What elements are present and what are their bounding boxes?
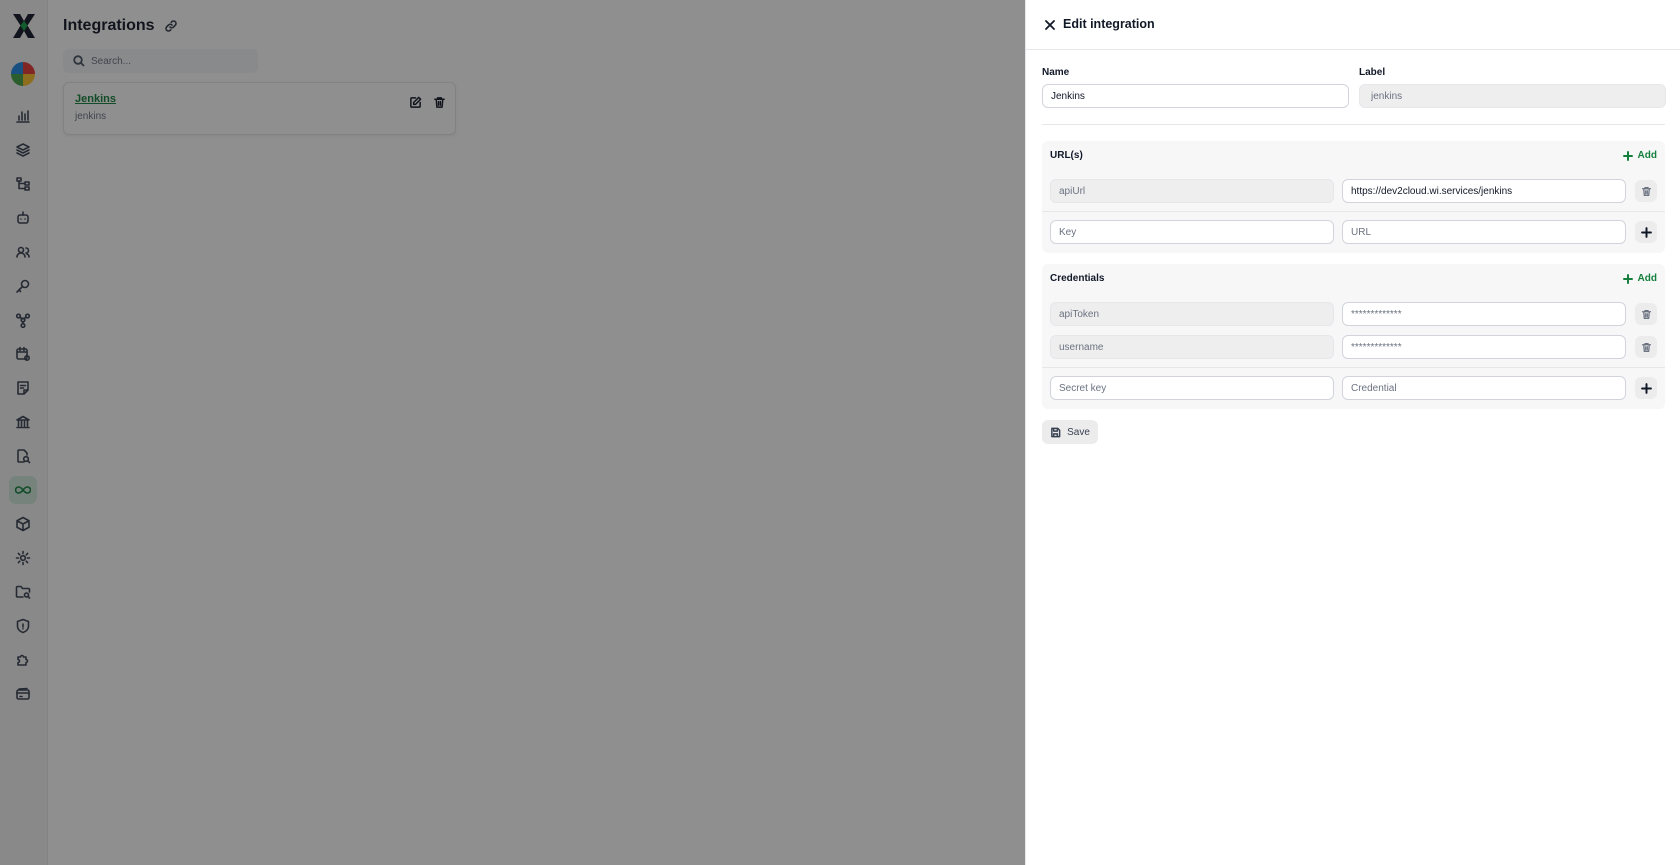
label-label: Label: [1359, 67, 1386, 78]
close-icon: [1045, 20, 1055, 30]
row-divider: [1042, 367, 1665, 368]
drawer-header: Edit integration: [1026, 0, 1680, 50]
new-url-value-input[interactable]: [1342, 220, 1626, 244]
url-value-field[interactable]: [1342, 179, 1626, 203]
urls-section-title: URL(s): [1050, 150, 1083, 161]
trash-icon: [1641, 342, 1651, 352]
add-credential-row-button[interactable]: [1635, 377, 1657, 399]
name-field[interactable]: [1042, 84, 1349, 108]
add-url-label: Add: [1637, 150, 1657, 161]
add-url-button[interactable]: Add: [1622, 150, 1657, 161]
save-label: Save: [1067, 426, 1090, 438]
label-field: [1359, 84, 1666, 108]
close-button[interactable]: [1044, 18, 1056, 30]
plus-icon: [1640, 226, 1652, 238]
trash-icon: [1641, 186, 1651, 196]
credential-value-field[interactable]: [1342, 302, 1626, 326]
divider: [1042, 124, 1665, 125]
add-credential-label: Add: [1637, 273, 1657, 284]
add-url-row-button[interactable]: [1635, 221, 1657, 243]
drawer-title: Edit integration: [1063, 17, 1155, 31]
delete-credential-button[interactable]: [1635, 303, 1657, 325]
urls-section: URL(s) Add: [1042, 141, 1665, 253]
trash-icon: [1641, 309, 1651, 319]
plus-icon: [1622, 150, 1633, 161]
plus-icon: [1622, 273, 1633, 284]
plus-icon: [1640, 382, 1652, 394]
credential-key-field: [1050, 335, 1334, 359]
add-credential-button[interactable]: Add: [1622, 273, 1657, 284]
delete-credential-button[interactable]: [1635, 336, 1657, 358]
row-divider: [1042, 211, 1665, 212]
url-key-field: [1050, 179, 1334, 203]
new-secret-key-input[interactable]: [1050, 376, 1334, 400]
new-url-key-input[interactable]: [1050, 220, 1334, 244]
delete-url-button[interactable]: [1635, 180, 1657, 202]
credentials-section: Credentials Add: [1042, 264, 1665, 409]
credentials-section-title: Credentials: [1050, 273, 1105, 284]
save-icon: [1051, 427, 1061, 437]
save-button[interactable]: Save: [1042, 420, 1098, 444]
credential-key-field: [1050, 302, 1334, 326]
new-credential-input[interactable]: [1342, 376, 1626, 400]
name-label: Name: [1042, 67, 1070, 78]
edit-integration-drawer: Edit integration Name Label URL(s) Add C…: [1025, 0, 1680, 865]
credential-value-field[interactable]: [1342, 335, 1626, 359]
